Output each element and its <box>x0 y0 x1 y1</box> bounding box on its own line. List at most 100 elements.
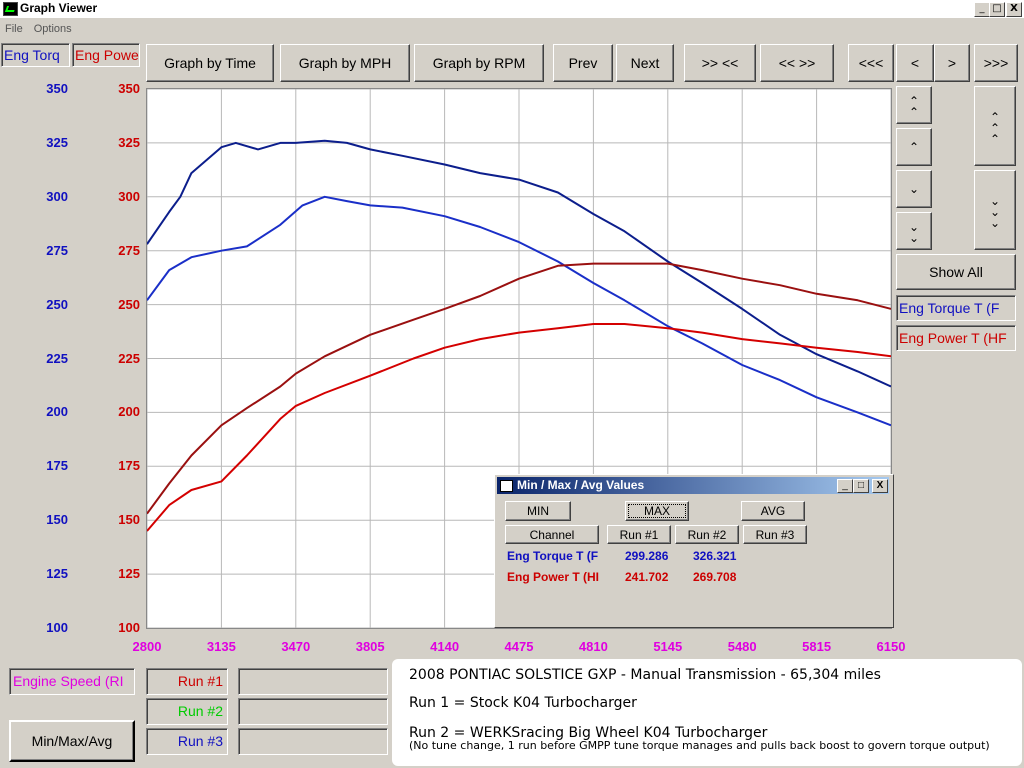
rpm-tick-label: 3470 <box>281 639 311 654</box>
info-line-run1: Run 1 = Stock K04 Turbocharger <box>409 695 637 711</box>
title-bar: Graph Viewer _ □ X <box>0 0 1024 18</box>
triple-up-chevron-icon: ⌃⌃⌃ <box>988 109 1002 143</box>
torque-tick-label: 150 <box>46 512 68 528</box>
vehicle-info-panel: 2008 PONTIAC SOLSTICE GXP - Manual Trans… <box>392 659 1022 766</box>
max-button[interactable]: MAX <box>625 501 689 521</box>
scroll-up-button[interactable]: ⌃ <box>896 128 932 166</box>
menu-file[interactable]: File <box>5 23 23 35</box>
run3-file-field[interactable] <box>238 728 388 755</box>
up-chevron-icon: ⌃ <box>908 140 920 154</box>
graph-by-rpm-button[interactable]: Graph by RPM <box>414 44 544 82</box>
menu-bar: File Options <box>0 19 1024 37</box>
minmax-avg-button[interactable]: Min/Max/Avg <box>9 720 135 762</box>
window-title: Graph Viewer <box>20 1 98 15</box>
rpm-tick-label: 3135 <box>206 639 236 654</box>
run2-header: Run #2 <box>675 525 739 544</box>
torque-tick-label: 200 <box>46 404 68 420</box>
run1-header: Run #1 <box>607 525 671 544</box>
torque-channel-selector[interactable]: Eng Torq <box>1 43 70 67</box>
close-button[interactable]: X <box>1006 2 1022 17</box>
torque-channel-label[interactable]: Eng Torque T (F <box>896 295 1016 321</box>
menu-options[interactable]: Options <box>34 23 72 35</box>
rpm-tick-label: 3805 <box>355 639 385 654</box>
run3-header: Run #3 <box>743 525 807 544</box>
scroll-down-fast-button[interactable]: ⌄⌄ <box>896 212 932 250</box>
torque-row-channel: Eng Torque T (F <box>507 549 599 563</box>
zoom-out-button[interactable]: << >> <box>760 44 834 82</box>
graph-by-time-button[interactable]: Graph by Time <box>146 44 274 82</box>
rpm-tick-label: 5815 <box>802 639 832 654</box>
dialog-maximize-button[interactable]: □ <box>853 479 869 493</box>
power-tick-label: 300 <box>118 188 140 204</box>
avg-button[interactable]: AVG <box>741 501 805 521</box>
dialog-close-button[interactable]: X <box>872 479 888 493</box>
maximize-button[interactable]: □ <box>989 2 1005 17</box>
scroll-right-button[interactable]: > <box>934 44 970 82</box>
dialog-title-bar: Min / Max / Avg Values _ □ X <box>497 477 889 494</box>
double-down-chevron-icon: ⌄⌄ <box>907 220 921 242</box>
power-row-channel: Eng Power T (HI <box>507 570 600 584</box>
minmax-dialog: Min / Max / Avg Values _ □ X MIN MAX AVG… <box>494 474 894 628</box>
power-tick-label: 225 <box>118 350 140 366</box>
run2-file-field[interactable] <box>238 698 388 725</box>
app-icon <box>3 2 18 16</box>
scroll-start-button[interactable]: <<< <box>848 44 894 82</box>
show-all-button[interactable]: Show All <box>896 254 1016 290</box>
rpm-tick-label: 4475 <box>504 639 534 654</box>
rpm-tick-label: 5145 <box>653 639 683 654</box>
rpm-tick-label: 2800 <box>132 639 162 654</box>
scroll-page-down-button[interactable]: ⌄⌄⌄ <box>974 170 1016 250</box>
dialog-minimize-button[interactable]: _ <box>837 479 853 493</box>
torque-row-run2: 326.321 <box>693 549 737 563</box>
dialog-icon <box>500 480 513 492</box>
power-tick-label: 275 <box>118 242 140 258</box>
down-chevron-icon: ⌄ <box>908 182 920 196</box>
triple-down-chevron-icon: ⌄⌄⌄ <box>988 193 1002 227</box>
torque-tick-label: 100 <box>46 620 68 635</box>
run1-file-field[interactable] <box>238 668 388 695</box>
power-row-run2: 269.708 <box>693 570 737 584</box>
power-tick-label: 100 <box>118 620 140 635</box>
next-button[interactable]: Next <box>616 44 674 82</box>
dialog-title: Min / Max / Avg Values <box>517 478 645 492</box>
torque-tick-label: 175 <box>46 458 68 474</box>
power-tick-label: 250 <box>118 296 140 312</box>
torque-tick-label: 300 <box>46 188 68 204</box>
run3-selector[interactable]: Run #3 <box>146 728 228 755</box>
power-channel-selector[interactable]: Eng Powe <box>72 43 140 67</box>
power-tick-label: 200 <box>118 404 140 420</box>
rpm-tick-label: 4810 <box>578 639 608 654</box>
min-button[interactable]: MIN <box>505 501 571 521</box>
double-up-chevron-icon: ⌃⌃ <box>907 94 921 116</box>
torque-row-run1: 299.286 <box>625 549 669 563</box>
power-tick-label: 125 <box>118 566 140 582</box>
power-tick-label: 175 <box>118 458 140 474</box>
zoom-in-button[interactable]: >> << <box>684 44 756 82</box>
channel-header: Channel <box>505 525 599 544</box>
scroll-page-up-button[interactable]: ⌃⌃⌃ <box>974 86 1016 166</box>
rpm-tick-label: 6150 <box>876 639 906 654</box>
scroll-end-button[interactable]: >>> <box>974 44 1018 82</box>
run1-selector[interactable]: Run #1 <box>146 668 228 695</box>
scroll-left-button[interactable]: < <box>896 44 934 82</box>
scroll-down-button[interactable]: ⌄ <box>896 170 932 208</box>
run2-selector[interactable]: Run #2 <box>146 698 228 725</box>
info-line-vehicle: 2008 PONTIAC SOLSTICE GXP - Manual Trans… <box>409 667 881 683</box>
prev-button[interactable]: Prev <box>553 44 613 82</box>
power-tick-label: 150 <box>118 512 140 528</box>
torque-tick-label: 125 <box>46 566 68 582</box>
scroll-up-fast-button[interactable]: ⌃⌃ <box>896 86 932 124</box>
torque-tick-label: 225 <box>46 350 68 366</box>
torque-tick-label: 325 <box>46 134 68 150</box>
power-tick-label: 325 <box>118 134 140 150</box>
torque-tick-label: 350 <box>46 81 68 96</box>
power-tick-label: 350 <box>118 81 140 96</box>
power-channel-label[interactable]: Eng Power T (HF <box>896 325 1016 351</box>
info-line-note: (No tune change, 1 run before GMPP tune … <box>409 739 990 752</box>
minimize-button[interactable]: _ <box>974 2 990 17</box>
rpm-tick-label: 5480 <box>727 639 757 654</box>
xaxis-channel-selector[interactable]: Engine Speed (RI <box>9 668 135 695</box>
graph-by-mph-button[interactable]: Graph by MPH <box>280 44 410 82</box>
torque-tick-label: 275 <box>46 242 68 258</box>
power-row-run1: 241.702 <box>625 570 669 584</box>
